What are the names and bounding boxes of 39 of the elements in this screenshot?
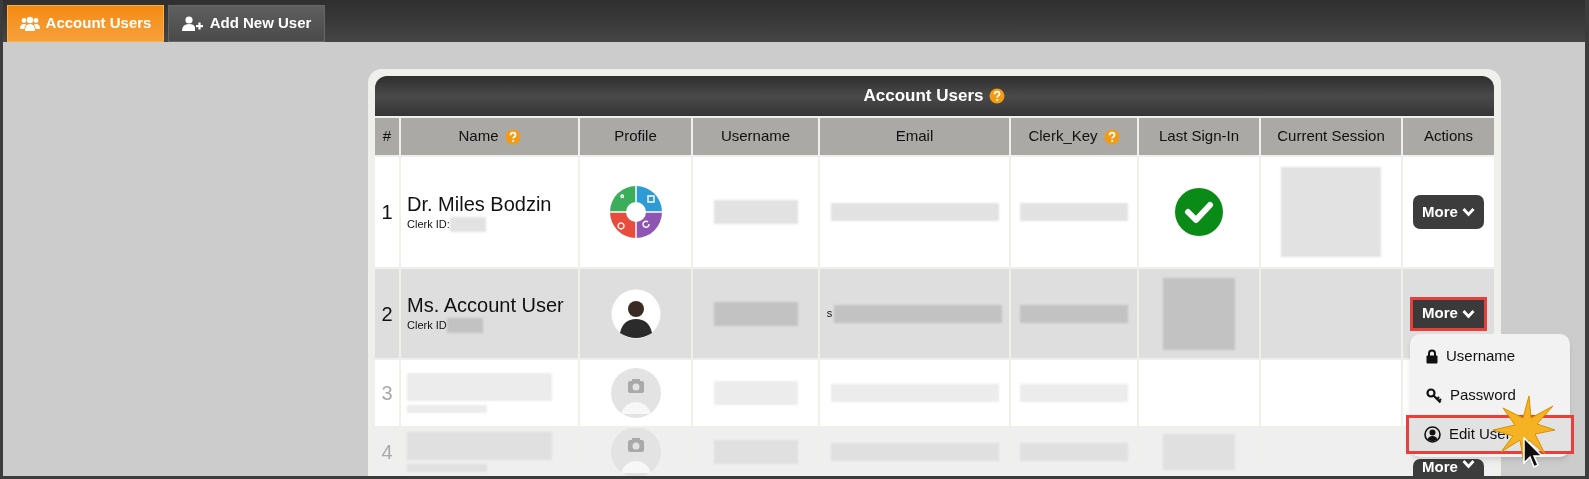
clerk-id-label: Clerk ID xyxy=(407,318,447,334)
clerk-id-label: Clerk ID: xyxy=(407,216,450,232)
column-header: Name xyxy=(401,118,578,155)
row-number: 2 xyxy=(381,301,393,327)
cursor-icon xyxy=(1522,437,1544,469)
column-header: Username xyxy=(693,118,818,155)
row-number: 4 xyxy=(381,440,393,465)
column-header: Current Session xyxy=(1261,118,1401,155)
users-icon xyxy=(19,15,40,32)
chevron-down-icon xyxy=(1461,308,1475,319)
column-header: Clerk_Key xyxy=(1011,118,1137,155)
redacted-block xyxy=(446,318,483,333)
redacted-block xyxy=(449,216,486,232)
user-name: Dr. Miles Bodzin xyxy=(407,191,552,216)
row-number: 3 xyxy=(381,381,393,406)
column-header: Actions xyxy=(1403,118,1494,155)
more-button[interactable]: More xyxy=(1413,195,1484,229)
more-button[interactable]: More xyxy=(1413,459,1484,476)
user-name: Ms. Account User xyxy=(407,293,564,318)
more-button[interactable]: More xyxy=(1410,296,1487,331)
column-header: Profile xyxy=(580,118,691,155)
panel-title: Account Users xyxy=(863,85,984,108)
email-text: s xyxy=(826,306,833,322)
row-number: 1 xyxy=(381,200,393,225)
menu-item[interactable]: Username xyxy=(1410,337,1570,376)
column-header: # xyxy=(375,118,399,155)
user-plus-icon xyxy=(181,15,204,32)
lock-icon xyxy=(1426,349,1438,364)
chevron-down-icon xyxy=(1461,207,1475,217)
column-header: Last Sign-In xyxy=(1139,118,1259,155)
camera-placeholder-icon xyxy=(610,368,661,418)
menu-item[interactable]: Password xyxy=(1410,376,1570,415)
chevron-down-icon xyxy=(1461,459,1475,469)
tab[interactable]: Add New User xyxy=(168,5,325,42)
avatar-silhouette xyxy=(610,288,661,339)
puzzle-logo-icon xyxy=(607,184,664,240)
key-icon xyxy=(1426,387,1442,404)
user-icon xyxy=(1424,426,1441,443)
column-header: Email xyxy=(820,118,1009,155)
